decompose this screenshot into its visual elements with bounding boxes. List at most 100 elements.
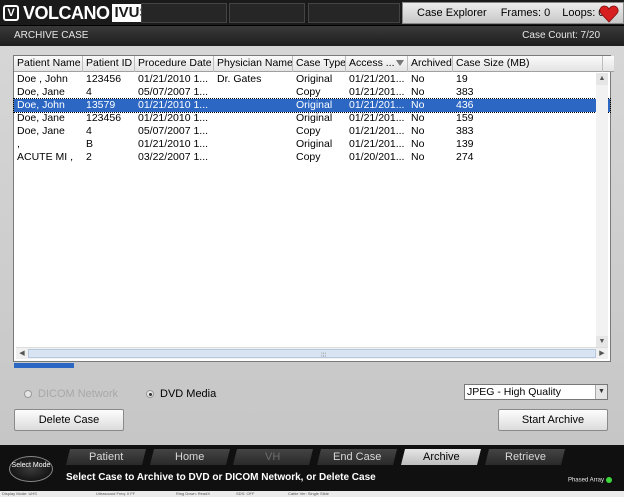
tab-vh[interactable]: VH xyxy=(233,449,313,465)
tab-home[interactable]: Home xyxy=(150,449,230,465)
column-header-patient-id[interactable]: Patient ID xyxy=(83,56,135,72)
header-slot-2 xyxy=(229,3,305,23)
tab-end-case[interactable]: End Case xyxy=(317,449,397,465)
cell-physician-name xyxy=(214,112,293,125)
scroll-up-arrow-icon[interactable]: ▲ xyxy=(596,73,608,85)
cell-access-date: 01/21/201... xyxy=(349,86,405,98)
table-row[interactable]: Doe, John 13579 01/21/2010 1... Original 01/… xyxy=(13,98,611,113)
cell-archived: No xyxy=(411,112,425,124)
case-count: Case Count: 7/20 xyxy=(522,30,600,41)
cell-access-date: 01/21/201... xyxy=(349,138,405,150)
cell-case-type: Original xyxy=(296,73,333,85)
tab-archive[interactable]: Archive xyxy=(401,449,481,465)
cell-patient-id: 123456 xyxy=(86,112,122,124)
footer-item: Ring Down: ReadX xyxy=(176,491,211,496)
cell-case-type: Copy xyxy=(296,125,321,137)
top-header: V VOLCANO IVUS Case Explorer Frames: 0 L… xyxy=(0,0,624,26)
select-mode-button[interactable]: Select Mode xyxy=(9,456,53,482)
dicom-network-label: DICOM Network xyxy=(38,388,119,400)
scroll-grip-icon: ⁞⁞⁞ xyxy=(321,353,327,359)
column-header-archived[interactable]: Archived xyxy=(408,56,453,72)
heart-icon xyxy=(599,5,619,23)
cell-case-size: 274 xyxy=(456,151,474,163)
cell-archived: No xyxy=(411,73,425,85)
mode-label: Case Explorer xyxy=(417,7,487,19)
case-explorer-panel: Case Explorer Frames: 0 Loops: 0 xyxy=(402,2,624,24)
column-header-physician-name[interactable]: Physician Name xyxy=(214,56,293,72)
section-title: ARCHIVE CASE xyxy=(14,30,89,41)
table-row[interactable]: Doe, Jane 4 05/07/2007 1... Copy 01/21/201..… xyxy=(14,86,610,99)
cell-case-type: Original xyxy=(296,138,333,150)
table-row[interactable]: ACUTE MI , 2 03/22/2007 1... Copy 01/20/201.… xyxy=(14,151,610,164)
cell-case-size: 383 xyxy=(456,86,474,98)
scroll-right-arrow-icon[interactable]: ▶ xyxy=(596,348,608,359)
phased-array-status: Phased Array xyxy=(568,477,612,484)
cell-access-date: 01/21/201... xyxy=(349,112,405,124)
case-table: Patient Name Patient ID Procedure Date P… xyxy=(13,55,614,362)
table-row[interactable]: Doe, Jane 4 05/07/2007 1... Copy 01/21/201..… xyxy=(14,125,610,138)
tab-archive-label: Archive xyxy=(422,451,460,463)
cell-patient-name: Doe, Jane xyxy=(17,125,65,137)
cell-archived: No xyxy=(411,138,425,150)
cell-archived: No xyxy=(411,86,425,98)
header-slot-3 xyxy=(308,3,400,23)
table-row[interactable]: Doe, Jane 123456 01/21/2010 1... Original 01… xyxy=(14,112,610,125)
cell-patient-id: 123456 xyxy=(86,73,122,85)
table-row[interactable]: , B 01/21/2010 1... Original 01/21/201... No 1… xyxy=(14,138,610,151)
cell-case-size: 436 xyxy=(456,99,474,111)
horizontal-scrollbar[interactable]: ◀ ⁞⁞⁞ ▶ xyxy=(16,347,608,359)
delete-case-button[interactable]: Delete Case xyxy=(14,409,124,431)
dvd-media-radio[interactable]: DVD Media xyxy=(146,388,216,400)
cell-access-date: 01/20/201... xyxy=(349,151,405,163)
table-row[interactable]: Doe , John 123456 01/21/2010 1... Dr. Gates… xyxy=(14,73,610,86)
footer-item: Display Mode: UHS xyxy=(2,491,37,496)
scroll-left-arrow-icon[interactable]: ◀ xyxy=(16,348,28,359)
cell-case-type: Original xyxy=(296,112,333,124)
column-header-case-type[interactable]: Case Type xyxy=(293,56,346,72)
tab-retrieve[interactable]: Retrieve xyxy=(485,449,565,465)
cell-patient-id: B xyxy=(86,138,94,150)
start-archive-button[interactable]: Start Archive xyxy=(498,409,608,431)
table-body: Doe , John 123456 01/21/2010 1... Dr. Gates… xyxy=(13,73,611,164)
cell-patient-name: , xyxy=(17,138,20,150)
cell-patient-id: 4 xyxy=(86,125,92,137)
cell-archived: No xyxy=(411,125,425,137)
footer-item: Ultrasound Freq: 0 FF xyxy=(96,491,136,496)
logo-mark: V xyxy=(3,5,19,21)
dvd-media-label: DVD Media xyxy=(160,388,217,400)
cell-patient-name: Doe , John xyxy=(17,73,68,85)
tab-end-case-label: End Case xyxy=(332,451,382,463)
cell-procedure-date: 01/21/2010 1... xyxy=(138,73,209,85)
dropdown-arrow-icon[interactable]: ▼ xyxy=(595,385,607,399)
column-header-procedure-date[interactable]: Procedure Date xyxy=(135,56,214,72)
column-header-case-size[interactable]: Case Size (MB) xyxy=(453,56,603,72)
cell-procedure-date: 05/07/2007 1... xyxy=(138,86,209,98)
cell-case-type: Copy xyxy=(296,86,321,98)
image-format-select[interactable]: JPEG - High Quality ▼ xyxy=(464,384,608,400)
column-header-patient-name[interactable]: Patient Name xyxy=(14,56,83,72)
cell-procedure-date: 01/21/2010 1... xyxy=(138,112,209,124)
cell-patient-id: 13579 xyxy=(86,99,116,111)
tab-patient-label: Patient xyxy=(88,451,124,463)
tab-patient[interactable]: Patient xyxy=(66,449,146,465)
vertical-scrollbar[interactable]: ▲ ▼ xyxy=(596,73,608,348)
cell-procedure-date: 03/22/2007 1... xyxy=(138,151,209,163)
tab-retrieve-label: Retrieve xyxy=(504,451,546,463)
tab-home-label: Home xyxy=(175,451,205,463)
scroll-thumb[interactable]: ⁞⁞⁞ xyxy=(28,349,596,359)
progress-strip xyxy=(14,363,74,368)
phased-array-label: Phased Array xyxy=(567,477,604,484)
footer-item: SDS: OFF xyxy=(236,491,255,496)
cell-physician-name xyxy=(214,125,293,138)
cell-procedure-date: 05/07/2007 1... xyxy=(138,125,209,137)
frames-count: Frames: 0 xyxy=(500,7,551,19)
header-slot-1 xyxy=(141,3,227,23)
dicom-network-radio[interactable]: DICOM Network xyxy=(24,388,118,400)
cell-procedure-date: 01/21/2010 1... xyxy=(138,99,209,111)
logo-brand: VOLCANO xyxy=(23,2,110,23)
instruction-message: Select Case to Archive to DVD or DICOM N… xyxy=(66,472,376,483)
cell-case-size: 159 xyxy=(456,112,474,124)
column-header-access[interactable]: Access ... xyxy=(346,56,408,72)
cell-procedure-date: 01/21/2010 1... xyxy=(138,138,209,150)
footer-item: Cable Ver: Single Slide xyxy=(288,491,329,496)
